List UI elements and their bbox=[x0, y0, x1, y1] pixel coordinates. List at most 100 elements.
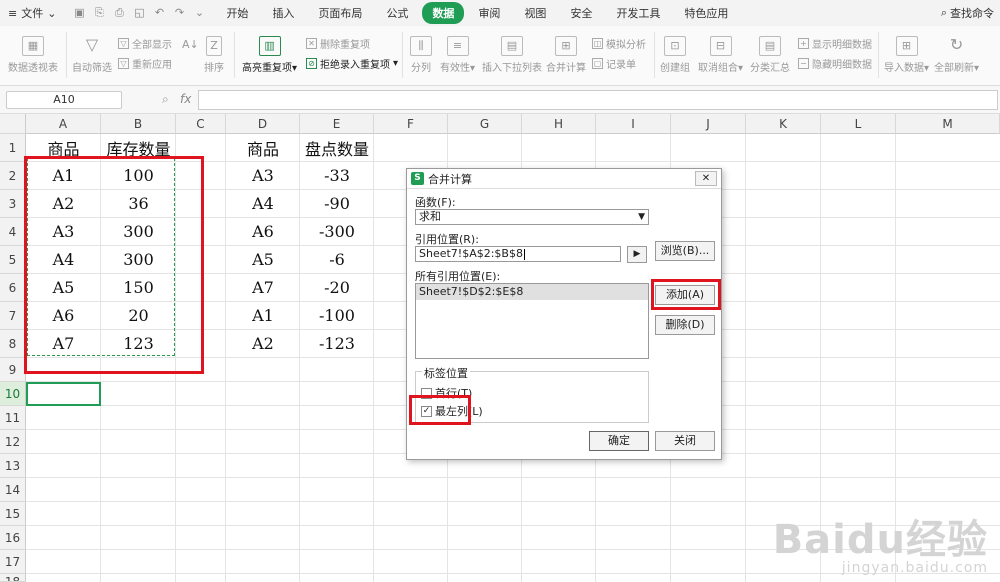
column-header[interactable]: I bbox=[596, 114, 671, 134]
tab-developer[interactable]: 开发工具 bbox=[606, 2, 670, 24]
function-select[interactable]: 求和 ▼ bbox=[415, 209, 649, 225]
tab-security[interactable]: 安全 bbox=[560, 2, 602, 24]
row-header[interactable]: 17 bbox=[0, 550, 26, 574]
tab-home[interactable]: 开始 bbox=[216, 2, 258, 24]
table2-cell[interactable]: -20 bbox=[300, 278, 374, 297]
tab-review[interactable]: 审阅 bbox=[468, 2, 510, 24]
tab-special[interactable]: 特色应用 bbox=[674, 2, 738, 24]
close-icon[interactable]: ✕ bbox=[695, 171, 717, 186]
tab-page-layout[interactable]: 页面布局 bbox=[308, 2, 372, 24]
row-header[interactable]: 11 bbox=[0, 406, 26, 430]
preview-icon[interactable]: ◱ bbox=[132, 6, 146, 20]
row-header[interactable]: 2 bbox=[0, 162, 26, 190]
table2-cell[interactable]: A4 bbox=[226, 194, 300, 213]
all-references-list[interactable]: Sheet7!$D$2:$E$8 bbox=[415, 283, 649, 359]
row-header[interactable]: 3 bbox=[0, 190, 26, 218]
tab-data[interactable]: 数据 bbox=[422, 2, 465, 24]
column-header[interactable]: K bbox=[746, 114, 821, 134]
simulate-analysis-button[interactable]: ◫ 模拟分析 bbox=[592, 36, 646, 51]
row-header[interactable]: 5 bbox=[0, 246, 26, 274]
import-data-button[interactable]: ⊞ 导入数据▾ bbox=[884, 36, 929, 74]
reject-duplicates-button[interactable]: ⊘ 拒绝录入重复项 ▾ bbox=[306, 56, 398, 71]
browse-button[interactable]: 浏览(B)... bbox=[655, 241, 715, 261]
column-header[interactable]: L bbox=[821, 114, 896, 134]
pivot-table-button[interactable]: ▦ 数据透视表 bbox=[8, 36, 58, 74]
table2-cell[interactable]: A1 bbox=[226, 306, 300, 325]
select-all-corner[interactable] bbox=[0, 114, 26, 134]
column-header[interactable]: B bbox=[101, 114, 176, 134]
undo-icon[interactable]: ↶ bbox=[152, 6, 166, 20]
row-header[interactable]: 12 bbox=[0, 430, 26, 454]
sort-button[interactable]: Z 排序 bbox=[204, 36, 224, 74]
table2-cell[interactable]: A6 bbox=[226, 222, 300, 241]
redo-icon[interactable]: ↷ bbox=[172, 6, 186, 20]
close-button[interactable]: 关闭 bbox=[655, 431, 715, 451]
row-header[interactable]: 18 bbox=[0, 574, 26, 582]
tab-insert[interactable]: 插入 bbox=[262, 2, 304, 24]
list-item[interactable]: Sheet7!$D$2:$E$8 bbox=[416, 284, 648, 300]
column-header[interactable]: E bbox=[300, 114, 374, 134]
column-header[interactable]: H bbox=[522, 114, 596, 134]
export-icon[interactable]: ⎘ bbox=[92, 6, 106, 20]
dialog-title-bar[interactable]: S 合并计算 bbox=[407, 169, 721, 189]
formula-input[interactable] bbox=[198, 90, 998, 110]
show-all-button[interactable]: ▽ 全部显示 bbox=[118, 36, 172, 51]
remove-duplicates-button[interactable]: ✕ 删除重复项 bbox=[306, 36, 370, 51]
column-header[interactable]: G bbox=[448, 114, 522, 134]
row-header[interactable]: 13 bbox=[0, 454, 26, 478]
column-header[interactable]: M bbox=[896, 114, 1000, 134]
create-group-button[interactable]: ⊡ 创建组 bbox=[660, 36, 690, 74]
hide-detail-button[interactable]: − 隐藏明细数据 bbox=[798, 56, 872, 71]
table2-cell[interactable]: -100 bbox=[300, 306, 374, 325]
table2-cell[interactable]: A3 bbox=[226, 166, 300, 185]
table2-header-qty[interactable]: 盘点数量 bbox=[300, 136, 374, 160]
row-header[interactable]: 8 bbox=[0, 330, 26, 358]
sort-az-button[interactable]: A↓ bbox=[182, 36, 199, 59]
row-header[interactable]: 1 bbox=[0, 134, 26, 162]
table2-cell[interactable]: -90 bbox=[300, 194, 374, 213]
file-menu[interactable]: ≡ 文件 ⌄ bbox=[0, 5, 64, 21]
column-header[interactable]: D bbox=[226, 114, 300, 134]
row-header[interactable]: 15 bbox=[0, 502, 26, 526]
table2-cell[interactable]: A2 bbox=[226, 334, 300, 353]
table2-cell[interactable]: A5 bbox=[226, 250, 300, 269]
fx-icon[interactable]: fx bbox=[180, 92, 191, 106]
reapply-button[interactable]: ▽ 重新应用 bbox=[118, 56, 172, 71]
record-form-button[interactable]: ▢ 记录单 bbox=[592, 56, 636, 71]
active-cell-a10[interactable] bbox=[26, 382, 101, 406]
column-header[interactable]: A bbox=[26, 114, 101, 134]
reference-input[interactable]: Sheet7!$A$2:$B$8 bbox=[415, 246, 621, 262]
command-search[interactable]: ⌕ 查找命令 bbox=[941, 5, 1000, 21]
column-header[interactable]: C bbox=[176, 114, 226, 134]
autofilter-button[interactable]: ▽ 自动筛选 bbox=[72, 36, 112, 75]
consolidate-button[interactable]: ⊞ 合并计算 bbox=[546, 36, 586, 74]
print-icon[interactable]: ⎙ bbox=[112, 6, 126, 20]
ungroup-button[interactable]: ⊟ 取消组合▾ bbox=[698, 36, 743, 74]
row-header[interactable]: 14 bbox=[0, 478, 26, 502]
subtotal-button[interactable]: ▤ 分类汇总 bbox=[750, 36, 790, 74]
ok-button[interactable]: 确定 bbox=[589, 431, 649, 451]
save-icon[interactable]: ▣ bbox=[72, 6, 86, 20]
table2-cell[interactable]: -123 bbox=[300, 334, 374, 353]
table2-header-item[interactable]: 商品 bbox=[226, 136, 300, 160]
column-header[interactable]: F bbox=[374, 114, 448, 134]
table2-cell[interactable]: -6 bbox=[300, 250, 374, 269]
row-header[interactable]: 10 bbox=[0, 382, 26, 406]
show-detail-button[interactable]: + 显示明细数据 bbox=[798, 36, 872, 51]
table2-cell[interactable]: A7 bbox=[226, 278, 300, 297]
split-column-button[interactable]: ⫼ 分列 bbox=[410, 36, 432, 74]
range-picker-icon[interactable]: ▶ bbox=[627, 246, 647, 263]
row-header[interactable]: 16 bbox=[0, 526, 26, 550]
validity-button[interactable]: ≡ 有效性▾ bbox=[440, 36, 475, 74]
tab-formulas[interactable]: 公式 bbox=[376, 2, 418, 24]
row-header[interactable]: 4 bbox=[0, 218, 26, 246]
insert-dropdown-button[interactable]: ▤ 插入下拉列表 bbox=[482, 36, 542, 74]
tab-view[interactable]: 视图 bbox=[514, 2, 556, 24]
row-header[interactable]: 7 bbox=[0, 302, 26, 330]
row-header[interactable]: 9 bbox=[0, 358, 26, 382]
column-header[interactable]: J bbox=[671, 114, 746, 134]
delete-button[interactable]: 删除(D) bbox=[655, 315, 715, 335]
highlight-duplicates-button[interactable]: ▥ 高亮重复项▾ bbox=[242, 36, 297, 74]
name-box[interactable]: A10 bbox=[6, 91, 122, 109]
customize-icon[interactable]: ⌄ bbox=[192, 6, 206, 20]
